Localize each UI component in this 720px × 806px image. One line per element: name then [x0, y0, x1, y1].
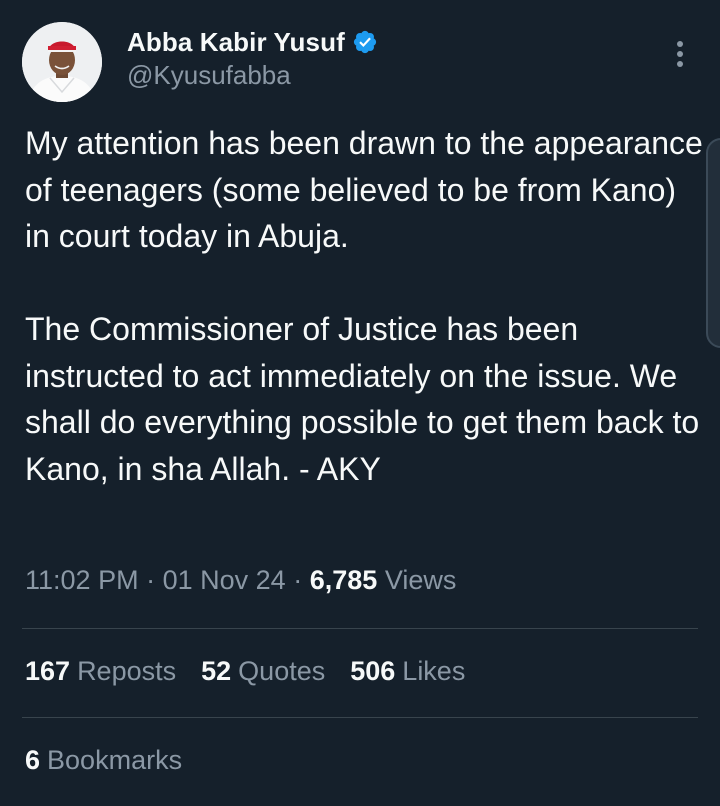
meta-separator: ·	[146, 565, 156, 595]
author-display-name[interactable]: Abba Kabir Yusuf	[127, 27, 345, 58]
author-name-row: Abba Kabir Yusuf	[127, 24, 378, 60]
likes-count: 506	[350, 656, 396, 686]
author-handle[interactable]: @Kyusufabba	[127, 60, 291, 91]
reposts-count: 167	[25, 656, 71, 686]
reposts-stat[interactable]: 167 Reposts	[25, 656, 176, 687]
divider	[22, 717, 698, 718]
verified-badge-icon[interactable]	[352, 29, 378, 55]
avatar[interactable]	[22, 22, 102, 102]
divider	[22, 628, 698, 629]
engagement-stats: 167 Reposts 52 Quotes 506 Likes	[25, 656, 490, 687]
tweet-meta: 11:02 PM · 01 Nov 24 · 6,785 Views	[25, 565, 456, 596]
profile-photo	[22, 22, 102, 102]
bookmarks-stat[interactable]: 6 Bookmarks	[25, 745, 182, 776]
tweet-text: My attention has been drawn to the appea…	[25, 125, 703, 487]
bookmarks-count: 6	[25, 745, 41, 775]
tweet-date[interactable]: 01 Nov 24	[163, 565, 286, 595]
quotes-label: Quotes	[238, 656, 326, 686]
bookmarks-label: Bookmarks	[47, 745, 183, 775]
more-vertical-icon[interactable]	[668, 38, 692, 72]
views-count: 6,785	[309, 565, 378, 595]
quotes-stat[interactable]: 52 Quotes	[201, 656, 325, 687]
tweet-time[interactable]: 11:02 PM	[25, 565, 139, 595]
likes-label: Likes	[402, 656, 466, 686]
scrollbar-thumb[interactable]	[706, 138, 720, 348]
likes-stat[interactable]: 506 Likes	[350, 656, 465, 687]
views-label: Views	[384, 565, 457, 595]
meta-separator: ·	[293, 565, 303, 595]
reposts-label: Reposts	[77, 656, 177, 686]
quotes-count: 52	[201, 656, 232, 686]
